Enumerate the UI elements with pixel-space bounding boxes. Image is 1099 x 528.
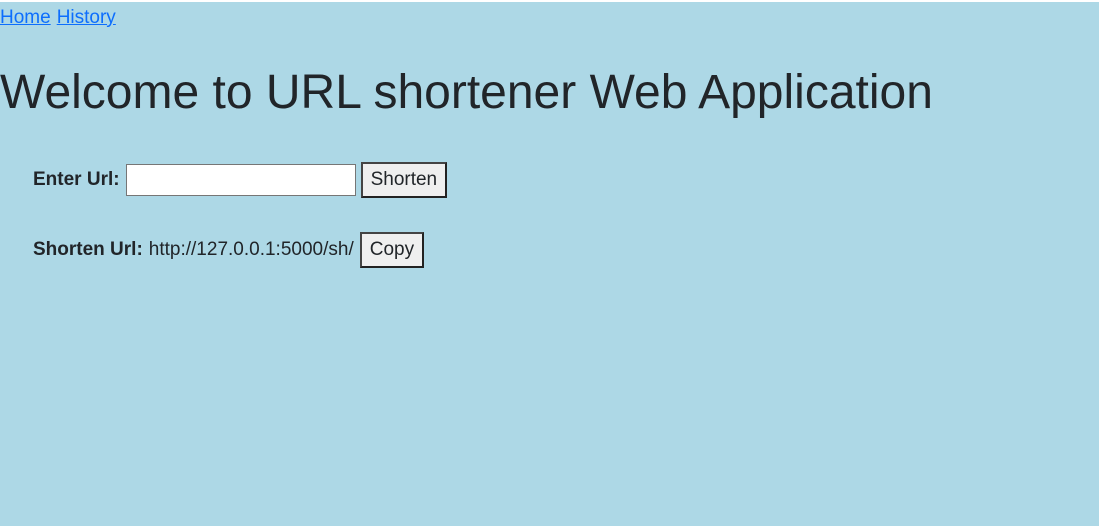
- top-nav: Home History: [0, 7, 122, 29]
- shorten-button[interactable]: Shorten: [360, 162, 448, 198]
- page-title: Welcome to URL shortener Web Application: [0, 66, 933, 119]
- history-link[interactable]: History: [57, 7, 116, 28]
- shorten-result: Shorten Url: http://127.0.0.1:5000/sh/ C…: [33, 232, 425, 268]
- copy-button[interactable]: Copy: [359, 232, 425, 268]
- home-link[interactable]: Home: [0, 7, 51, 28]
- shorten-url-label: Shorten Url:: [33, 239, 143, 260]
- url-form: Enter Url: Shorten: [33, 162, 448, 198]
- enter-url-label: Enter Url:: [33, 169, 120, 190]
- shortened-url-value: http://127.0.0.1:5000/sh/: [148, 239, 354, 260]
- url-input[interactable]: [125, 164, 356, 196]
- page: Home History Welcome to URL shortener Web…: [0, 2, 1099, 526]
